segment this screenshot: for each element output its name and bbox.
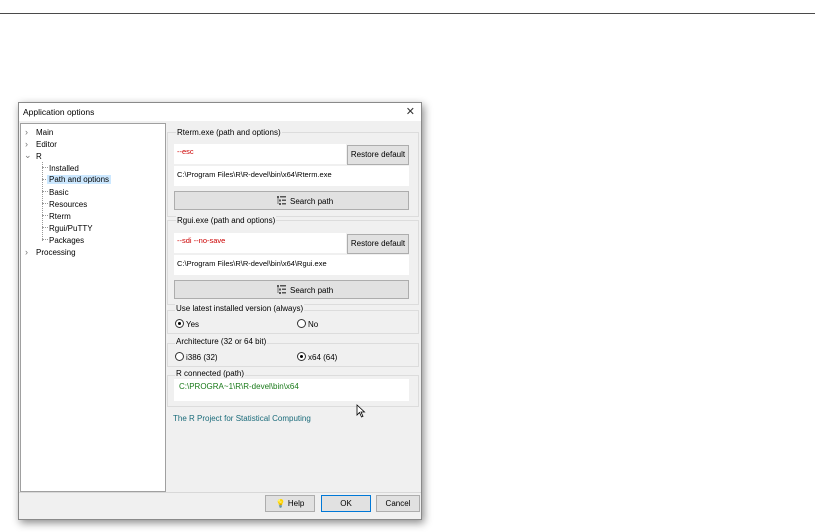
rgui-options-value: --sdi --no-save xyxy=(177,236,226,245)
window-title: Application options xyxy=(23,107,95,117)
tree-item-installed[interactable]: Installed xyxy=(49,164,79,173)
ok-button[interactable]: OK xyxy=(321,495,371,512)
options-tree: › Main › Editor ⌄ R Installed Path and o… xyxy=(20,123,166,492)
latest-version-group-title: Use latest installed version (always) xyxy=(175,304,305,313)
cancel-button[interactable]: Cancel xyxy=(376,495,420,512)
tree-item-path-and-options[interactable]: Path and options xyxy=(47,175,112,184)
arch-x64-radio[interactable] xyxy=(297,352,306,361)
tree-search-icon xyxy=(277,285,286,294)
tree-item-resources[interactable]: Resources xyxy=(49,200,87,209)
chevron-down-icon[interactable]: ⌄ xyxy=(24,150,32,161)
chevron-right-icon[interactable]: › xyxy=(25,139,28,149)
r-project-link[interactable]: The R Project for Statistical Computing xyxy=(173,414,311,423)
tree-connector xyxy=(42,167,48,168)
tree-item-main[interactable]: Main xyxy=(36,128,53,137)
rgui-path: C:\Program Files\R\R-devel\bin\x64\Rgui.… xyxy=(177,259,327,268)
help-button[interactable]: 💡 Help xyxy=(265,495,315,512)
arch-i386-radio[interactable] xyxy=(175,352,184,361)
rterm-search-path-button[interactable]: Search path xyxy=(174,191,409,210)
latest-version-group xyxy=(167,310,419,334)
arch-x64-label[interactable]: x64 (64) xyxy=(308,353,337,362)
tree-item-rgui-putty[interactable]: Rgui/PuTTY xyxy=(49,224,93,233)
tree-item-editor[interactable]: Editor xyxy=(36,140,57,149)
tree-connector xyxy=(42,239,48,240)
latest-yes-radio[interactable] xyxy=(175,319,184,328)
tree-connector xyxy=(42,203,48,204)
mouse-cursor-icon xyxy=(356,404,366,418)
help-bulb-icon: 💡 xyxy=(275,499,286,508)
search-path-label: Search path xyxy=(290,197,334,206)
r-connected-path: C:\PROGRA~1\R\R-devel\bin\x64 xyxy=(179,382,299,391)
architecture-group-title: Architecture (32 or 64 bit) xyxy=(175,337,268,346)
rterm-group-title: Rterm.exe (path and options) xyxy=(176,128,282,137)
footer-divider xyxy=(19,492,421,493)
rterm-path: C:\Program Files\R\R-devel\bin\x64\Rterm… xyxy=(177,170,332,179)
rgui-restore-default-button[interactable]: Restore default xyxy=(347,234,409,254)
tree-connector xyxy=(42,191,48,192)
tree-item-packages[interactable]: Packages xyxy=(49,236,84,245)
search-path-label: Search path xyxy=(290,286,334,295)
rterm-options-input[interactable] xyxy=(174,144,346,164)
help-label: Help xyxy=(287,499,305,508)
rterm-options-value: --esc xyxy=(177,147,194,156)
options-panel: Rterm.exe (path and options) --esc Resto… xyxy=(167,123,419,490)
close-icon[interactable]: ✕ xyxy=(406,105,415,118)
chevron-right-icon[interactable]: › xyxy=(25,247,28,257)
chevron-right-icon[interactable]: › xyxy=(25,127,28,137)
tree-item-r[interactable]: R xyxy=(36,152,42,161)
tree-item-basic[interactable]: Basic xyxy=(49,188,69,197)
title-bar: Application options ✕ xyxy=(19,103,421,121)
latest-yes-label[interactable]: Yes xyxy=(186,320,199,329)
rgui-search-path-button[interactable]: Search path xyxy=(174,280,409,299)
r-connected-group-title: R connected (path) xyxy=(175,369,246,378)
tree-search-icon xyxy=(277,196,286,205)
tree-connector xyxy=(42,227,48,228)
arch-i386-label[interactable]: i386 (32) xyxy=(186,353,218,362)
tree-item-rterm[interactable]: Rterm xyxy=(49,212,71,221)
rgui-group-title: Rgui.exe (path and options) xyxy=(176,216,277,225)
latest-no-label[interactable]: No xyxy=(308,320,318,329)
tree-connector xyxy=(42,162,43,241)
latest-no-radio[interactable] xyxy=(297,319,306,328)
application-options-dialog: Application options ✕ › Main › Editor ⌄ … xyxy=(18,102,422,520)
tree-connector xyxy=(42,215,48,216)
rterm-restore-default-button[interactable]: Restore default xyxy=(347,145,409,165)
tree-item-processing[interactable]: Processing xyxy=(36,248,76,257)
top-divider-line xyxy=(0,13,815,14)
